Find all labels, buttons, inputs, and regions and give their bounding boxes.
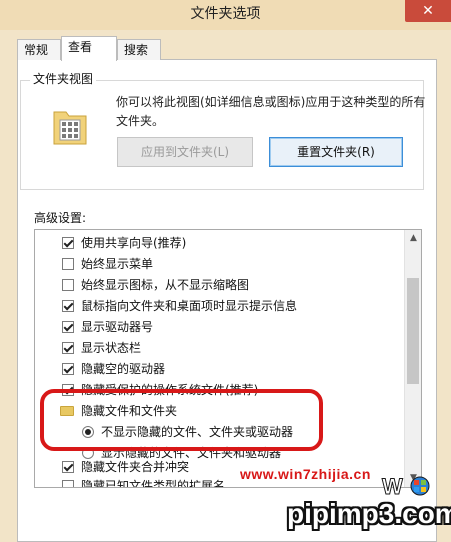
advanced-settings-list[interactable]: 使用共享向导(推荐) 始终显示菜单 始终显示图标，从不显示缩略图 鼠标指向文件夹… [34,229,422,488]
advanced-settings-label: 高级设置: [34,211,87,225]
list-item[interactable]: 隐藏受保护的操作系统文件(推荐) [35,380,405,400]
list-item[interactable]: 始终显示图标，从不显示缩略图 [35,275,405,295]
folder-icon [60,406,74,416]
list-item-label: 隐藏受保护的操作系统文件(推荐) [81,383,259,397]
list-item-label: 始终显示菜单 [81,257,154,271]
list-item-label: 鼠标指向文件夹和桌面项时显示提示信息 [81,299,298,313]
checkbox[interactable] [62,258,74,270]
checkbox[interactable] [62,480,74,487]
list-item-label: 显示驱动器号 [81,320,154,334]
list-item[interactable]: 鼠标指向文件夹和桌面项时显示提示信息 [35,296,405,316]
checkbox[interactable] [62,342,74,354]
folder-views-title: 文件夹视图 [30,72,97,86]
checkbox[interactable] [62,279,74,291]
checkbox[interactable] [62,237,74,249]
reset-folders-button[interactable]: 重置文件夹(R) [269,137,403,167]
watermark-site: www.win7zhijia.cn [240,466,371,482]
vertical-scrollbar[interactable]: ▲ ▼ [404,230,421,487]
list-item[interactable]: 显示状态栏 [35,338,405,358]
tab-search[interactable]: 搜索 [117,39,161,60]
watermark-brand: pipimp3.com [287,498,451,529]
list-item-group: 隐藏文件和文件夹 [35,401,405,421]
list-item-label: 使用共享向导(推荐) [81,236,187,250]
scrollbar-thumb[interactable] [407,278,419,384]
list-item[interactable]: 不显示隐藏的文件、文件夹或驱动器 [35,422,405,442]
list-item-label: 不显示隐藏的文件、文件夹或驱动器 [101,425,294,439]
list-item-label: 隐藏文件和文件夹 [81,404,178,418]
checkbox[interactable] [62,300,74,312]
list-item[interactable]: 使用共享向导(推荐) [35,233,405,253]
checkbox[interactable] [62,363,74,375]
win7-logo-icon: W [382,474,430,500]
list-item-label: 显示状态栏 [81,341,142,355]
apply-to-folders-button[interactable]: 应用到文件夹(L) [117,137,253,167]
list-item-label: 隐藏文件夹合并冲突 [81,460,190,474]
scroll-up-icon[interactable]: ▲ [405,230,421,247]
folder-view-icon [53,111,87,145]
list-item[interactable]: 始终显示菜单 [35,254,405,274]
svg-text:W: W [382,474,403,499]
tab-general[interactable]: 常规 [17,39,61,60]
list-item-label: 始终显示图标，从不显示缩略图 [81,278,250,292]
checkbox[interactable] [62,384,74,396]
checkbox[interactable] [62,461,74,473]
checkbox[interactable] [62,321,74,333]
folder-views-description: 你可以将此视图(如详细信息或图标)应用于这种类型的所有文件夹。 [116,95,426,128]
list-item[interactable]: 显示驱动器号 [35,317,405,337]
close-button[interactable]: ✕ [405,0,451,22]
window-title: 文件夹选项 [190,6,261,22]
radio-button[interactable] [82,426,94,438]
list-item[interactable]: 隐藏空的驱动器 [35,359,405,379]
list-item-label: 隐藏已知文件类型的扩展名 [81,479,226,488]
list-item-label: 隐藏空的驱动器 [81,362,166,376]
title-bar: 文件夹选项 [0,0,451,30]
tab-view[interactable]: 查看 [61,36,117,61]
